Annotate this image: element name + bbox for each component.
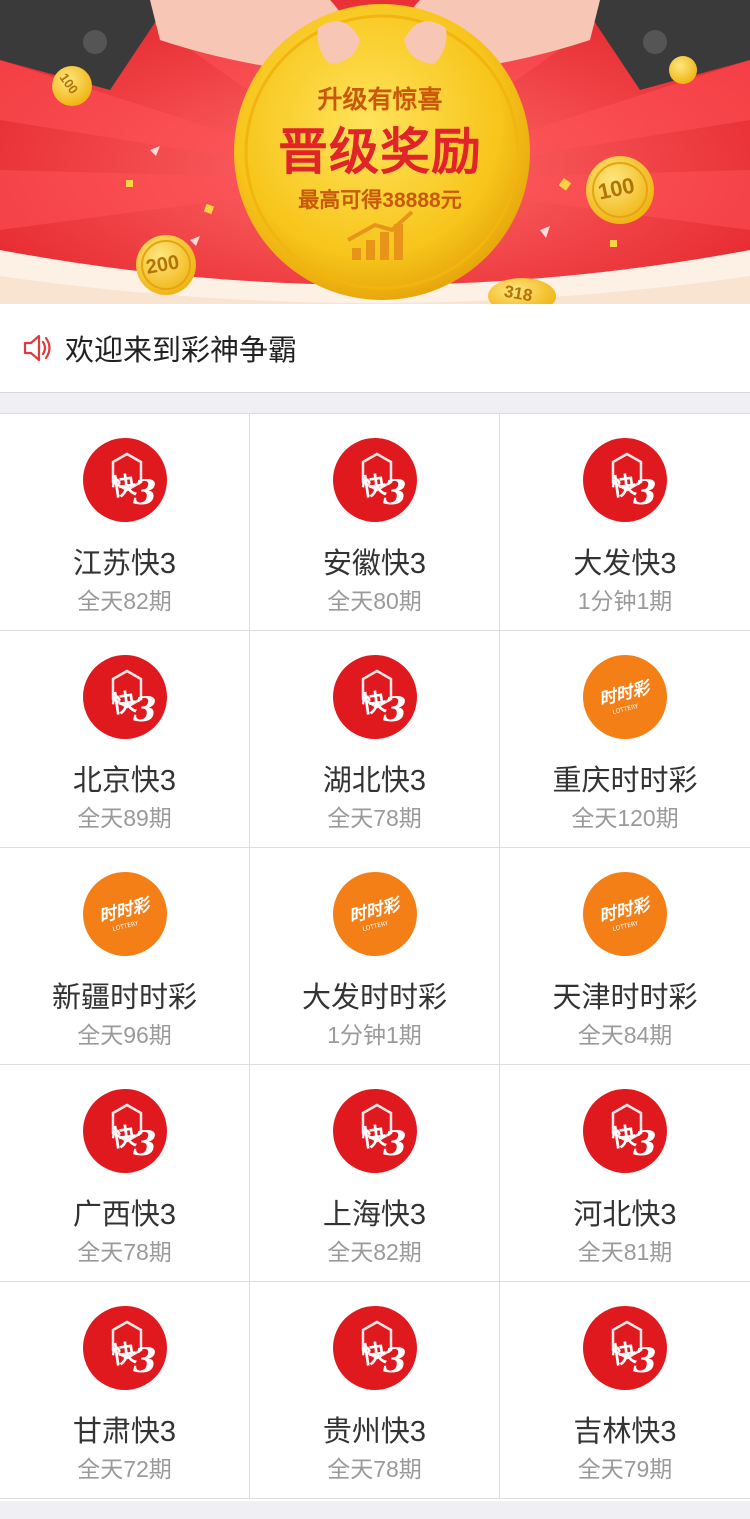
kuai3-logo-digit: 3 [633,1341,657,1381]
notice-text: 欢迎来到彩神争霸 [65,335,298,367]
kuai3-logo-digit: 3 [383,690,407,730]
kuai3-logo-digit: 3 [383,473,407,513]
game-cell[interactable]: 快 3 湖北快3 全天78期 [250,631,500,848]
kuai3-logo-digit: 3 [133,690,157,730]
game-name: 北京快3 [72,765,177,797]
game-name: 甘肃快3 [72,1416,177,1448]
kuai3-logo-icon: 快 3 [583,1089,667,1173]
game-period: 全天78期 [327,1456,422,1482]
shishicai-logo-icon: 时时彩 LOTTERY [333,872,417,956]
kuai3-logo-digit: 3 [383,1124,407,1164]
kuai3-logo-icon: 快 3 [83,1089,167,1173]
banner-illustration [0,0,750,304]
notice-bar[interactable]: 欢迎来到彩神争霸 [0,304,750,393]
game-period: 全天81期 [577,1239,673,1265]
game-cell[interactable]: 时时彩 LOTTERY 天津时时彩全天84期 [500,848,750,1065]
promo-banner[interactable]: 升级有惊喜 晋级奖励 最高可得38888元 200 100 318 100 [0,0,750,304]
kuai3-logo-digit: 3 [633,473,657,513]
game-cell[interactable]: 快 3 吉林快3 全天79期 [500,1282,750,1499]
game-period: 全天80期 [327,588,422,614]
game-cell[interactable]: 快 3 北京快3 全天89期 [0,631,250,848]
kuai3-logo-icon: 快 3 [333,655,417,739]
game-cell[interactable]: 快 3 安徽快3 全天80期 [250,414,500,631]
kuai3-logo-digit: 3 [383,1341,407,1381]
game-cell[interactable]: 快 3 江苏快3 全天82期 [0,414,250,631]
game-name: 安徽快3 [322,548,427,580]
game-period: 全天120期 [571,805,679,831]
game-name: 湖北快3 [322,765,427,797]
game-cell[interactable]: 时时彩 LOTTERY 新疆时时彩全天96期 [0,848,250,1065]
kuai3-logo-digit: 3 [133,473,157,513]
game-name: 广西快3 [72,1199,177,1231]
game-cell[interactable]: 快 3 大发快3 1分钟1期 [500,414,750,631]
game-cell[interactable]: 时时彩 LOTTERY 大发时时彩 1分钟1期 [250,848,500,1065]
game-period: 全天79期 [577,1456,673,1482]
game-period: 全天96期 [77,1022,172,1048]
game-name: 河北快3 [573,1199,677,1231]
game-period: 全天84期 [577,1022,673,1048]
kuai3-logo-icon: 快 3 [83,1306,167,1390]
kuai3-logo-icon: 快 3 [83,655,167,739]
game-name: 大发时时彩 [301,982,447,1014]
game-cell[interactable]: 时时彩 LOTTERY 重庆时时彩全天120期 [500,631,750,848]
game-name: 天津时时彩 [552,982,698,1014]
game-period: 全天89期 [77,805,172,831]
kuai3-logo-icon: 快 3 [333,1089,417,1173]
game-period: 1分钟1期 [327,1022,422,1048]
kuai3-logo-icon: 快 3 [583,438,667,522]
game-name: 大发快3 [573,548,677,580]
kuai3-logo-icon: 快 3 [333,1306,417,1390]
game-period: 1分钟1期 [577,588,673,614]
game-name: 重庆时时彩 [552,765,698,797]
kuai3-logo-icon: 快 3 [333,438,417,522]
shishicai-logo-icon: 时时彩 LOTTERY [83,872,167,956]
game-cell[interactable]: 快 3 河北快3 全天81期 [500,1065,750,1282]
game-name: 江苏快3 [72,548,177,580]
game-grid: 快 3 江苏快3 全天82期 快 3 安徽快3 全天80期 快 3 大发快3 1分钟1… [0,413,750,1501]
shishicai-logo-icon: 时时彩 LOTTERY [583,655,667,739]
kuai3-logo-digit: 3 [133,1124,157,1164]
kuai3-logo-icon: 快 3 [83,438,167,522]
shishicai-logo-icon: 时时彩 LOTTERY [583,872,667,956]
kuai3-logo-digit: 3 [133,1341,157,1381]
game-name: 贵州快3 [322,1416,427,1448]
game-cell[interactable]: 快 3 贵州快3 全天78期 [250,1282,500,1499]
game-period: 全天72期 [77,1456,172,1482]
game-cell[interactable]: 快 3 广西快3 全天78期 [0,1065,250,1282]
game-cell[interactable]: 快 3 上海快3 全天82期 [250,1065,500,1282]
game-period: 全天82期 [327,1239,422,1265]
game-name: 吉林快3 [573,1416,677,1448]
game-name: 上海快3 [322,1199,427,1231]
kuai3-logo-digit: 3 [633,1124,657,1164]
game-period: 全天78期 [77,1239,172,1265]
game-name: 新疆时时彩 [51,982,197,1014]
speaker-icon [23,334,51,362]
kuai3-logo-icon: 快 3 [583,1306,667,1390]
game-period: 全天82期 [77,588,172,614]
game-period: 全天78期 [327,805,422,831]
game-cell[interactable]: 快 3 甘肃快3 全天72期 [0,1282,250,1499]
